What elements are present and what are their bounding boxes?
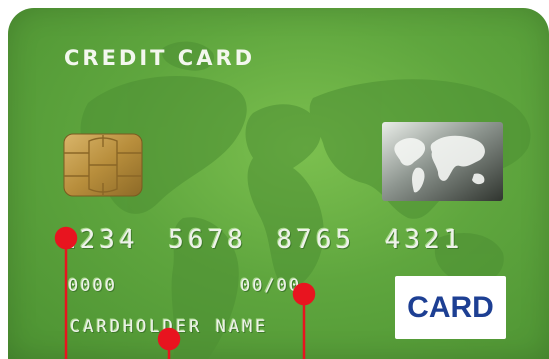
card-number: 1234 5678 8765 4321 (60, 225, 464, 255)
cardholder-name: CARDHOLDER NAME (70, 317, 269, 337)
hologram-globe-icon (382, 122, 503, 201)
expiry-date: 00/00 (240, 276, 302, 296)
valid-from-date: 0000 (68, 276, 117, 296)
credit-card: CREDIT CARD 1234 5678 8765 4321 0000 00/… (8, 8, 549, 359)
brand-logo: CARD (395, 276, 506, 339)
brand-label: CARD (407, 290, 494, 324)
chip-icon (63, 133, 143, 197)
card-title: CREDIT CARD (64, 46, 256, 70)
